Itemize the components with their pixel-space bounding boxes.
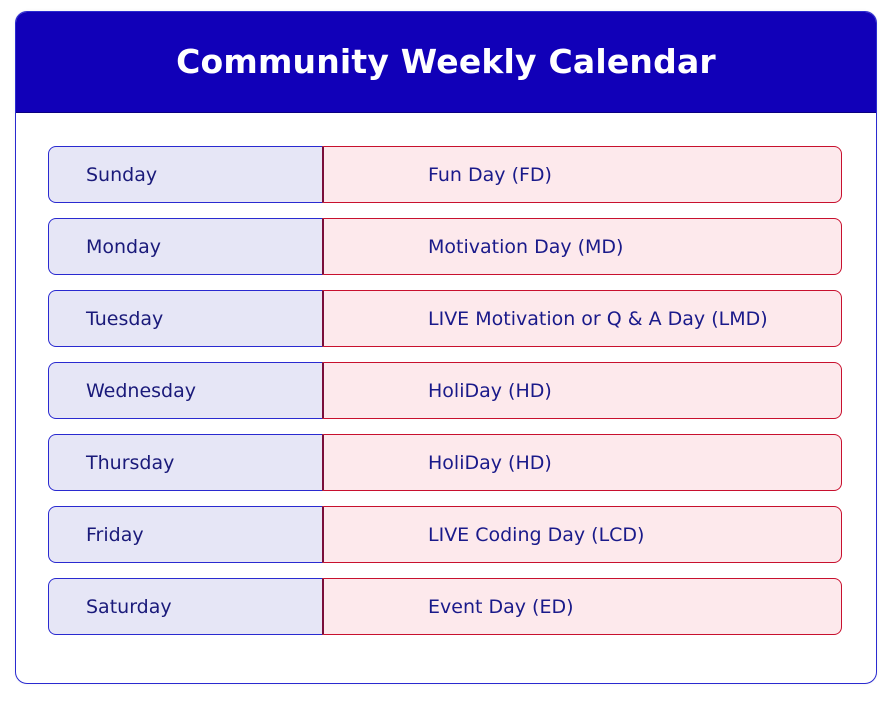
event-label: HoliDay (HD): [322, 362, 842, 419]
schedule-row-saturday: Saturday Event Day (ED): [48, 578, 842, 635]
calendar-card: Community Weekly Calendar Sunday Fun Day…: [15, 11, 877, 684]
schedule-list: Sunday Fun Day (FD) Monday Motivation Da…: [48, 146, 842, 650]
schedule-row-tuesday: Tuesday LIVE Motivation or Q & A Day (LM…: [48, 290, 842, 347]
day-label: Monday: [48, 218, 322, 275]
event-label: Fun Day (FD): [322, 146, 842, 203]
schedule-row-wednesday: Wednesday HoliDay (HD): [48, 362, 842, 419]
day-label: Tuesday: [48, 290, 322, 347]
page-title: Community Weekly Calendar: [176, 41, 716, 81]
schedule-row-sunday: Sunday Fun Day (FD): [48, 146, 842, 203]
day-label: Wednesday: [48, 362, 322, 419]
day-label: Saturday: [48, 578, 322, 635]
day-label: Friday: [48, 506, 322, 563]
event-label: HoliDay (HD): [322, 434, 842, 491]
day-label: Sunday: [48, 146, 322, 203]
schedule-row-monday: Monday Motivation Day (MD): [48, 218, 842, 275]
schedule-row-friday: Friday LIVE Coding Day (LCD): [48, 506, 842, 563]
event-label: LIVE Coding Day (LCD): [322, 506, 842, 563]
event-label: LIVE Motivation or Q & A Day (LMD): [322, 290, 842, 347]
calendar-header: Community Weekly Calendar: [16, 12, 876, 113]
schedule-row-thursday: Thursday HoliDay (HD): [48, 434, 842, 491]
day-label: Thursday: [48, 434, 322, 491]
event-label: Event Day (ED): [322, 578, 842, 635]
event-label: Motivation Day (MD): [322, 218, 842, 275]
